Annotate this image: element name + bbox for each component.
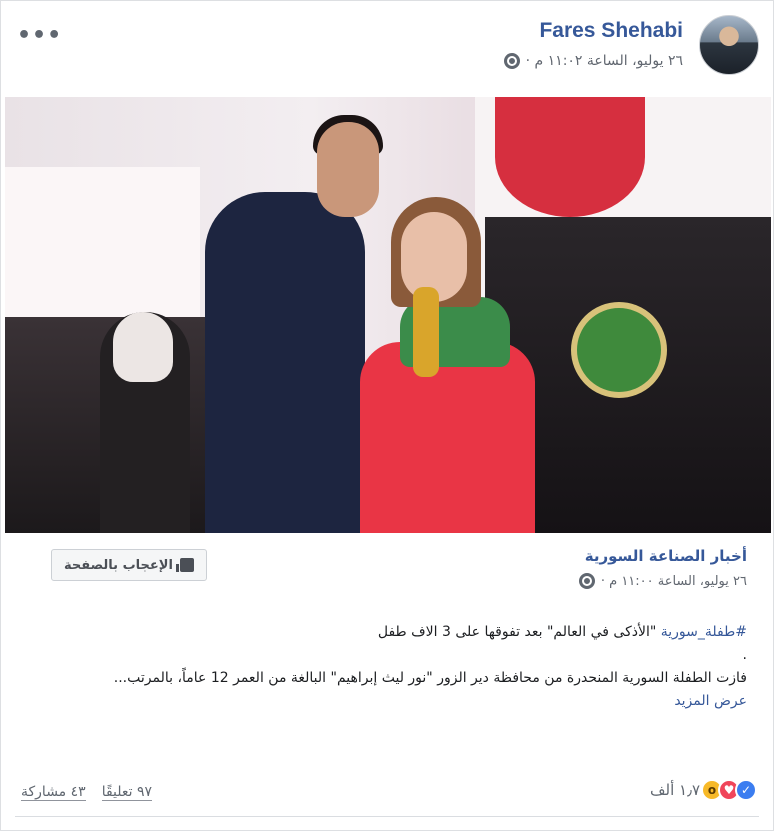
text-line-3: فازت الطفلة السورية المنحدرة من محافظة د…	[113, 670, 747, 686]
post-meta: ٢٦ يوليو، الساعة ١١:٠٢ م ·	[503, 53, 683, 69]
heart-logo-right	[495, 97, 645, 217]
man-face	[317, 122, 379, 217]
shared-post: أخبار الصناعة السورية ٢٦ يوليو، الساعة ١…	[39, 535, 761, 755]
shared-timestamp[interactable]: ٢٦ يوليو، الساعة ١١:٠٠ م ·	[601, 574, 747, 589]
shared-page-name[interactable]: أخبار الصناعة السورية	[585, 547, 747, 565]
globe-icon	[578, 573, 595, 589]
engagement-stats: ٩٧ تعليقًا ٤٣ مشاركة	[21, 784, 153, 801]
text-line-1: #طفلة_سورية "الأذكى في العالم" بعد تفوقه…	[49, 621, 747, 644]
like-page-button[interactable]: الإعجاب بالصفحة	[51, 549, 207, 581]
reactions-summary[interactable]: o ♥ ✓ ١٫٧ ألف	[650, 779, 757, 801]
comments-count[interactable]: ٩٧ تعليقًا	[101, 784, 153, 801]
man-figure	[205, 192, 365, 533]
see-more-link[interactable]: عرض المزيد	[674, 693, 747, 709]
girl-dress	[360, 342, 535, 533]
globe-icon	[503, 53, 520, 69]
headscarf	[113, 312, 173, 382]
shares-count[interactable]: ٤٣ مشاركة	[21, 784, 86, 801]
author-name[interactable]: Fares Shehabi	[539, 19, 683, 43]
like-icon	[175, 558, 194, 572]
author-avatar[interactable]	[699, 15, 759, 75]
trophy	[413, 287, 439, 377]
footer-divider	[15, 816, 759, 817]
post-text: #طفلة_سورية "الأذكى في العالم" بعد تفوقه…	[49, 621, 747, 713]
reactions-count[interactable]: ١٫٧ ألف	[650, 781, 700, 799]
hashtag-link[interactable]: #طفلة_سورية	[661, 624, 747, 640]
more-options-button[interactable]: •••	[17, 23, 62, 48]
reaction-icons: o ♥ ✓	[701, 779, 757, 801]
like-icon: ✓	[735, 779, 757, 801]
post-photo[interactable]	[5, 97, 771, 533]
shared-meta: ٢٦ يوليو، الساعة ١١:٠٠ م ·	[578, 573, 747, 589]
post-header: Fares Shehabi ٢٦ يوليو، الساعة ١١:٠٢ م ·…	[13, 13, 759, 83]
decorative-plate	[571, 302, 667, 398]
text-line-2: .	[742, 647, 747, 663]
text-line-1-rest: "الأذكى في العالم" بعد تفوقها على 3 الاف…	[377, 624, 661, 640]
like-page-label: الإعجاب بالصفحة	[64, 557, 173, 573]
post-card: Fares Shehabi ٢٦ يوليو، الساعة ١١:٠٢ م ·…	[0, 0, 774, 831]
post-timestamp[interactable]: ٢٦ يوليو، الساعة ١١:٠٢ م ·	[526, 53, 683, 69]
